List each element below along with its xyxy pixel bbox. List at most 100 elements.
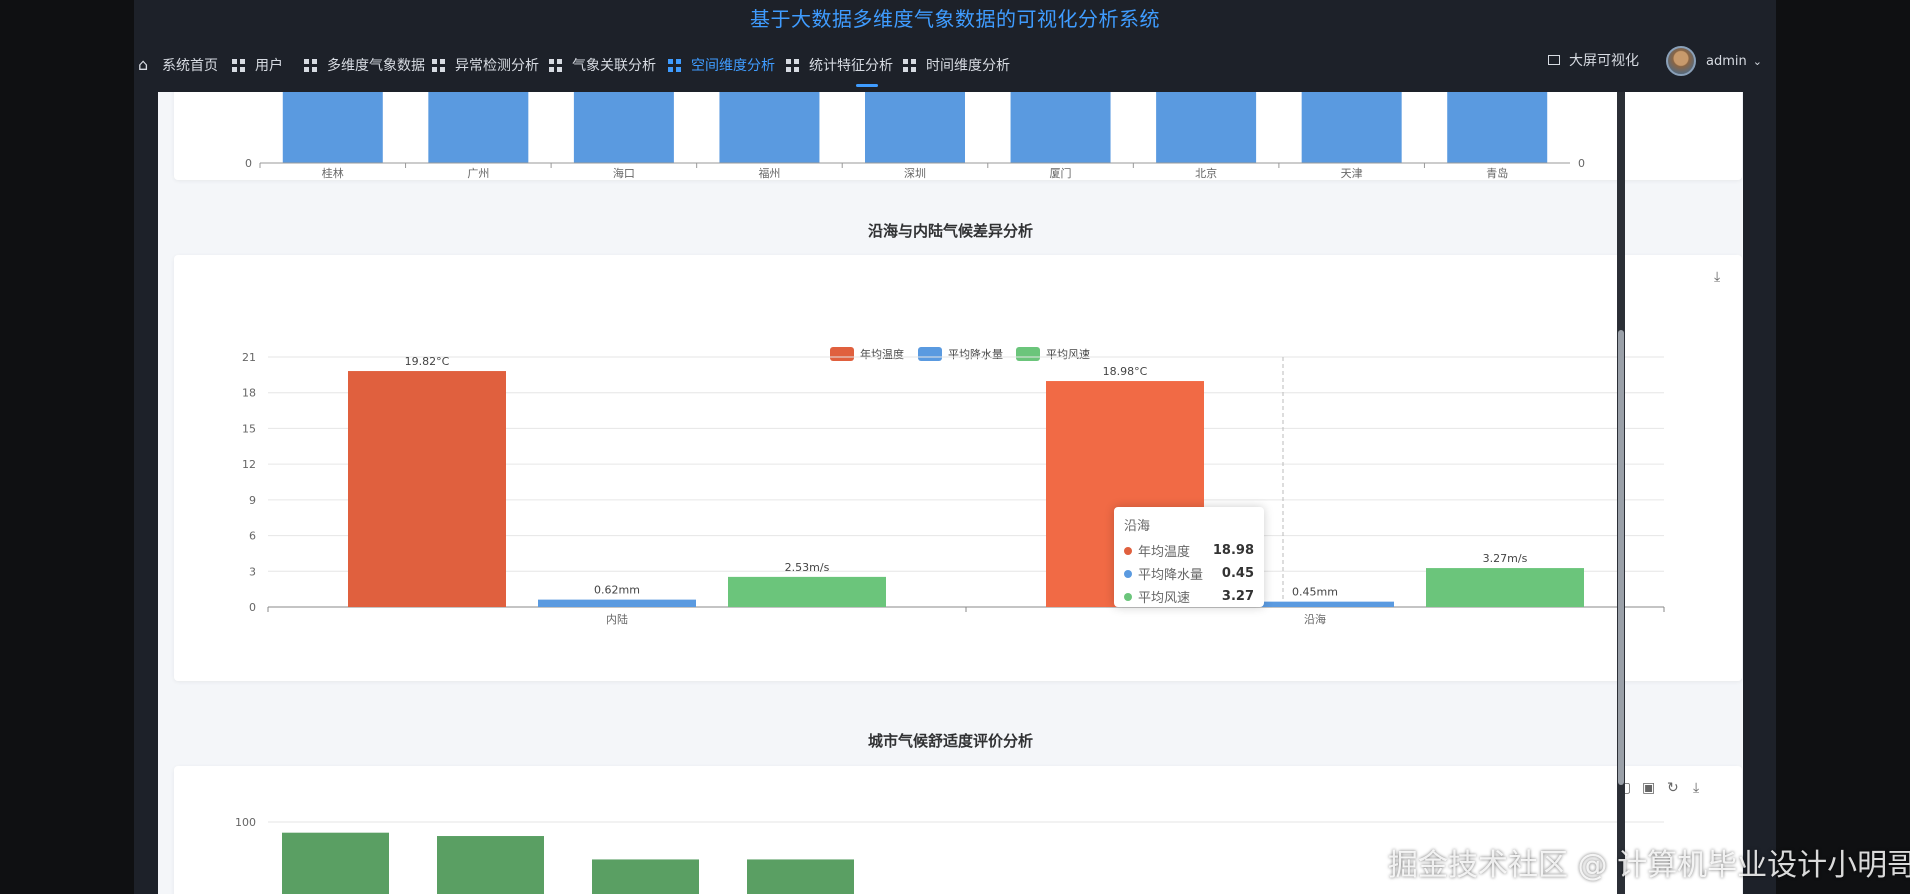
comfort-bar bbox=[437, 836, 544, 894]
scrollbar-thumb[interactable] bbox=[1618, 330, 1624, 785]
city-bar bbox=[1010, 92, 1111, 163]
grid-icon bbox=[903, 58, 916, 72]
zoom-reset-icon[interactable]: ▣ bbox=[1642, 780, 1658, 796]
comfort-bar bbox=[747, 859, 854, 894]
bar-1-0 bbox=[538, 599, 696, 607]
city-bar bbox=[282, 92, 383, 163]
legend-swatch bbox=[918, 347, 942, 361]
nav-item-label: 多维度气象数据 bbox=[327, 58, 425, 74]
city-bar bbox=[1156, 92, 1257, 163]
nav-item-label: 用户 bbox=[255, 58, 283, 74]
tooltip-label: 年均温度 bbox=[1138, 545, 1191, 560]
bar-2-1 bbox=[1426, 568, 1584, 607]
x-tick-label: 桂林 bbox=[322, 166, 344, 180]
city-bar bbox=[573, 92, 674, 163]
bar-0-0 bbox=[348, 371, 506, 607]
data-label: 0.45mm bbox=[1292, 586, 1338, 599]
bigscreen-label: 大屏可视化 bbox=[1569, 53, 1639, 69]
legend-label: 年均温度 bbox=[860, 347, 904, 361]
section-title-comfort: 城市气候舒适度评价分析 bbox=[867, 732, 1033, 750]
x-tick-label: 广州 bbox=[467, 167, 489, 180]
user-menu[interactable]: admin ⌄ bbox=[1666, 44, 1762, 78]
city-chart: 桂林广州海口福州深圳厦门北京天津青岛00城市 bbox=[245, 92, 1585, 213]
data-label: 2.53m/s bbox=[785, 561, 830, 574]
x-tick-label: 厦门 bbox=[1050, 166, 1072, 180]
nav-item-label: 空间维度分析 bbox=[691, 58, 775, 74]
active-tab-indicator bbox=[856, 84, 878, 87]
nav-item-label: 统计特征分析 bbox=[809, 58, 893, 74]
data-label: 19.82°C bbox=[405, 355, 450, 368]
tooltip-label: 平均风速 bbox=[1138, 591, 1191, 606]
nav-item-7[interactable]: 时间维度分析 bbox=[903, 38, 1010, 92]
monitor-icon bbox=[1548, 55, 1560, 65]
nav-item-0[interactable]: 系统首页 bbox=[138, 38, 218, 92]
grid-icon bbox=[549, 58, 562, 72]
nav-item-label: 气象关联分析 bbox=[572, 58, 656, 74]
section-title-coastal: 沿海与内陆气候差异分析 bbox=[867, 222, 1033, 240]
x-tick-label: 内陆 bbox=[606, 612, 628, 626]
series-dot bbox=[1124, 592, 1132, 601]
tooltip-value: 3.27 bbox=[1221, 589, 1254, 604]
nav-item-label: 系统首页 bbox=[162, 58, 218, 74]
nav-item-1[interactable]: 用户 bbox=[232, 38, 283, 92]
download-icon[interactable]: ⤓ bbox=[1693, 780, 1709, 796]
city-bar bbox=[865, 92, 965, 163]
grid-icon bbox=[304, 58, 317, 72]
y-tick-label: 0 bbox=[1578, 157, 1585, 170]
nav-item-label: 异常检测分析 bbox=[455, 58, 539, 74]
main-content[interactable]: 桂林广州海口福州深圳厦门北京天津青岛00城市 沿海与内陆气候差异分析 ⤓ 年均温… bbox=[158, 92, 1743, 894]
x-tick-label: 海口 bbox=[613, 166, 635, 180]
app-window: 基于大数据多维度气象数据的可视化分析系统 系统首页 用户 多维度气象数据 异常检测分析… bbox=[134, 0, 1776, 894]
data-label: 3.27m/s bbox=[1483, 552, 1528, 565]
y-tick-label: 6 bbox=[249, 530, 256, 543]
tooltip-label: 平均降水量 bbox=[1138, 568, 1204, 583]
app-title: 基于大数据多维度气象数据的可视化分析系统 bbox=[750, 7, 1160, 31]
y-tick-label: 100 bbox=[235, 816, 256, 829]
comfort-bar bbox=[592, 859, 699, 894]
grid-icon bbox=[668, 58, 681, 72]
tooltip-row: 平均风速 3.27 bbox=[1124, 585, 1254, 608]
tooltip-title: 沿海 bbox=[1124, 519, 1151, 534]
refresh-icon[interactable]: ↻ bbox=[1667, 780, 1683, 796]
tooltip-value: 18.98 bbox=[1212, 543, 1254, 558]
coastal-chart-card: ⤓ 年均温度 平均降水量 平均风速 0 3 6 9 12 15 18 21 内陆 沿海 19.82°C 18… bbox=[174, 255, 1742, 681]
nav-item-4[interactable]: 气象关联分析 bbox=[549, 38, 656, 92]
watermark: 掘金技术社区 @ 计算机毕业设计小明哥 bbox=[1388, 840, 1910, 884]
city-bar bbox=[428, 92, 529, 163]
x-tick-label: 深圳 bbox=[904, 167, 926, 180]
y-tick-label: 15 bbox=[242, 422, 256, 435]
city-bar bbox=[1301, 92, 1402, 163]
y-tick-label: 12 bbox=[242, 458, 256, 471]
y-tick-label: 21 bbox=[242, 351, 256, 364]
y-tick-label: 3 bbox=[249, 565, 256, 578]
series-dot bbox=[1124, 546, 1132, 555]
x-tick-label: 福州 bbox=[758, 166, 780, 180]
tooltip-row: 年均温度 18.98 bbox=[1124, 539, 1254, 562]
home-icon bbox=[138, 55, 152, 74]
city-chart-card: 桂林广州海口福州深圳厦门北京天津青岛00城市 bbox=[174, 92, 1742, 213]
comfort-bar bbox=[282, 832, 389, 894]
avatar bbox=[1666, 46, 1696, 76]
bigscreen-link[interactable]: 大屏可视化 bbox=[1548, 38, 1639, 82]
main-nav: 系统首页 用户 多维度气象数据 异常检测分析 气象关联分析 空间维度分析 统计特征分析 时间维… bbox=[134, 38, 1776, 92]
x-tick-label: 青岛 bbox=[1486, 166, 1508, 180]
username: admin bbox=[1706, 53, 1747, 69]
chevron-down-icon: ⌄ bbox=[1752, 54, 1762, 68]
city-bar bbox=[719, 92, 820, 163]
y-tick-label: 18 bbox=[242, 387, 256, 400]
download-icon[interactable]: ⤓ bbox=[1714, 269, 1730, 285]
chart-tooltip: 沿海 年均温度 18.98 平均降水量 0.45 平均风速 3.27 bbox=[1114, 507, 1264, 607]
grid-icon bbox=[432, 58, 445, 72]
y-tick-label: 9 bbox=[249, 494, 256, 507]
nav-item-2[interactable]: 多维度气象数据 bbox=[304, 38, 425, 92]
legend-swatch bbox=[830, 347, 854, 361]
x-tick-label: 沿海 bbox=[1304, 612, 1326, 626]
data-label: 0.62mm bbox=[594, 584, 640, 597]
x-tick-label: 北京 bbox=[1195, 166, 1217, 180]
legend-swatch bbox=[1016, 347, 1040, 361]
nav-item-3[interactable]: 异常检测分析 bbox=[432, 38, 539, 92]
bar-2-0 bbox=[728, 576, 886, 607]
coastal-inland-chart: 年均温度 平均降水量 平均风速036912151821内陆 沿海19.82°C18.9… bbox=[242, 347, 1665, 626]
nav-item-5[interactable]: 空间维度分析 bbox=[668, 38, 775, 92]
city-bar bbox=[1447, 92, 1548, 163]
